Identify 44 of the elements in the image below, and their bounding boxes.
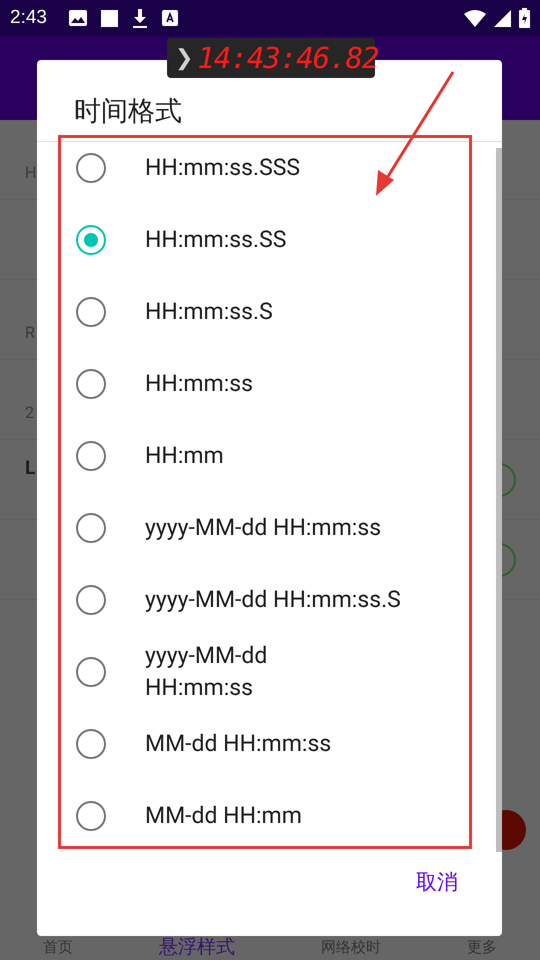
option-label: MM-dd HH:mm bbox=[145, 801, 302, 831]
text-box-icon bbox=[162, 10, 178, 26]
option-label: HH:mm:ss bbox=[145, 369, 254, 399]
wifi-icon bbox=[464, 10, 486, 26]
radio-button[interactable] bbox=[76, 153, 106, 183]
image-icon bbox=[68, 10, 87, 26]
format-option[interactable]: yyyy-MM-dd HH:mm:ss.S bbox=[37, 564, 502, 636]
square-icon bbox=[100, 10, 118, 26]
clock-time: 14:43:46.82 bbox=[197, 44, 378, 72]
format-option[interactable]: HH:mm:ss.S bbox=[37, 276, 502, 348]
radio-button[interactable] bbox=[76, 369, 106, 399]
cancel-button[interactable]: 取消 bbox=[412, 868, 462, 900]
format-option[interactable]: MM-dd HH:mm bbox=[37, 780, 502, 852]
signal-icon bbox=[494, 10, 511, 26]
radio-button[interactable] bbox=[76, 441, 106, 471]
radio-button[interactable] bbox=[76, 657, 106, 687]
clock-arrow[interactable]: ❯ bbox=[175, 42, 194, 74]
option-label: yyyy-MM-dd HH:mm:ss.S bbox=[145, 585, 401, 615]
dialog-title: 时间格式 bbox=[74, 94, 182, 128]
format-option[interactable]: HH:mm:ss.SS bbox=[37, 204, 502, 276]
format-option[interactable]: yyyy-MM-dd HH:mm:ss bbox=[37, 636, 502, 708]
option-label: MM-dd HH:mm:ss bbox=[145, 729, 332, 759]
option-label: yyyy-MM-dd HH:mm:ss bbox=[145, 513, 382, 543]
option-label: HH:mm:ss.S bbox=[145, 297, 273, 327]
format-option[interactable]: HH:mm:ss bbox=[37, 348, 502, 420]
radio-button[interactable] bbox=[76, 225, 106, 255]
radio-button[interactable] bbox=[76, 513, 106, 543]
radio-button[interactable] bbox=[76, 801, 106, 831]
format-option[interactable]: yyyy-MM-dd HH:mm:ss bbox=[37, 492, 502, 564]
format-option[interactable]: HH:mm bbox=[37, 420, 502, 492]
battery-icon bbox=[519, 8, 530, 28]
setting-title: L bbox=[25, 454, 36, 480]
option-label: yyyy-MM-dd HH:mm:ss bbox=[145, 641, 268, 703]
download-icon bbox=[132, 8, 148, 28]
radio-button[interactable] bbox=[76, 297, 106, 327]
format-option[interactable]: MM-dd HH:mm:ss bbox=[37, 708, 502, 780]
scrollbar[interactable] bbox=[496, 148, 502, 852]
option-label: HH:mm:ss.SSS bbox=[145, 153, 300, 183]
status-time: 2:43 bbox=[10, 6, 47, 30]
option-label: HH:mm bbox=[145, 441, 224, 471]
format-option[interactable]: HH:mm:ss.SSS bbox=[37, 132, 502, 204]
option-label: HH:mm:ss.SS bbox=[145, 225, 286, 255]
radio-button[interactable] bbox=[76, 729, 106, 759]
radio-button[interactable] bbox=[76, 585, 106, 615]
